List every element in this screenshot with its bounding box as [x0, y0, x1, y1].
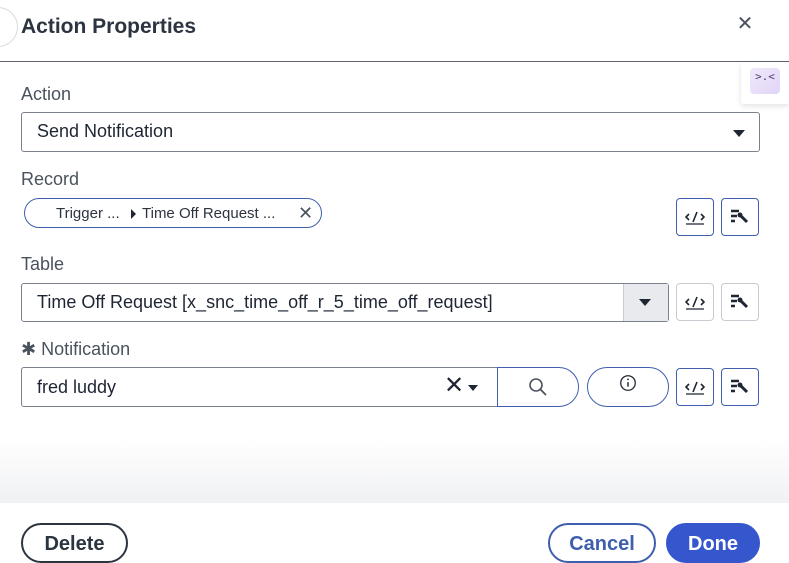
record-data-pill[interactable]: Trigger ... Time Off Request ... ✕ [24, 198, 322, 228]
action-select[interactable]: Send Notification [21, 112, 760, 152]
table-dropdown-toggle[interactable] [623, 284, 668, 321]
table-label: Table [21, 254, 65, 274]
close-icon[interactable]: ✕ [734, 12, 756, 35]
assistant-icon: >.< [750, 68, 780, 94]
action-select-value: Send Notification [37, 121, 174, 141]
required-marker: ✱ [21, 339, 37, 359]
data-pill-picker-icon [731, 294, 749, 309]
script-toggle-icon [684, 381, 706, 395]
data-pill-picker-icon [731, 379, 749, 394]
record-data-picker-button[interactable] [721, 198, 759, 236]
chevron-down-icon [733, 130, 745, 137]
dialog-header: Action Properties ✕ [0, 0, 789, 62]
notification-label: ✱ Notification [21, 339, 130, 360]
side-assistant-widget[interactable]: >.< [741, 62, 789, 104]
collapse-panel-button[interactable] [0, 7, 18, 47]
chevron-down-icon [639, 299, 651, 306]
info-icon [620, 375, 636, 391]
done-button[interactable]: Done [666, 523, 760, 563]
lookup-search-button[interactable] [497, 367, 579, 407]
cancel-button[interactable]: Cancel [548, 523, 656, 563]
action-label: Action [21, 84, 72, 104]
data-pill-picker-icon [731, 209, 749, 224]
remove-pill-icon[interactable]: ✕ [298, 203, 313, 224]
notification-input-value: fred luddy [37, 377, 117, 397]
record-script-button[interactable] [676, 198, 714, 236]
table-select-value: Time Off Request [x_snc_time_off_r_5_tim… [37, 292, 493, 312]
table-data-picker-button[interactable] [721, 283, 759, 321]
reference-info-button[interactable] [587, 367, 669, 407]
notification-input[interactable]: fred luddy [21, 367, 499, 407]
footer-shadow [0, 440, 789, 503]
table-select[interactable]: Time Off Request [x_snc_time_off_r_5_tim… [21, 283, 669, 322]
search-icon [529, 378, 547, 396]
delete-button[interactable]: Delete [21, 523, 128, 563]
notification-script-button[interactable] [676, 368, 714, 406]
chevron-down-icon[interactable] [468, 385, 478, 391]
record-pill-table: Time Off Request ... [142, 205, 276, 222]
notification-data-picker-button[interactable] [721, 368, 759, 406]
record-label: Record [21, 169, 80, 189]
script-toggle-icon [684, 296, 706, 310]
script-toggle-icon [684, 211, 706, 225]
record-pill-trigger: Trigger ... [56, 205, 120, 222]
caret-right-icon [131, 209, 136, 219]
dialog-title: Action Properties [21, 15, 197, 38]
clear-icon[interactable]: ✕ [444, 374, 464, 398]
table-script-button[interactable] [676, 283, 714, 321]
notification-label-text: Notification [41, 339, 131, 359]
